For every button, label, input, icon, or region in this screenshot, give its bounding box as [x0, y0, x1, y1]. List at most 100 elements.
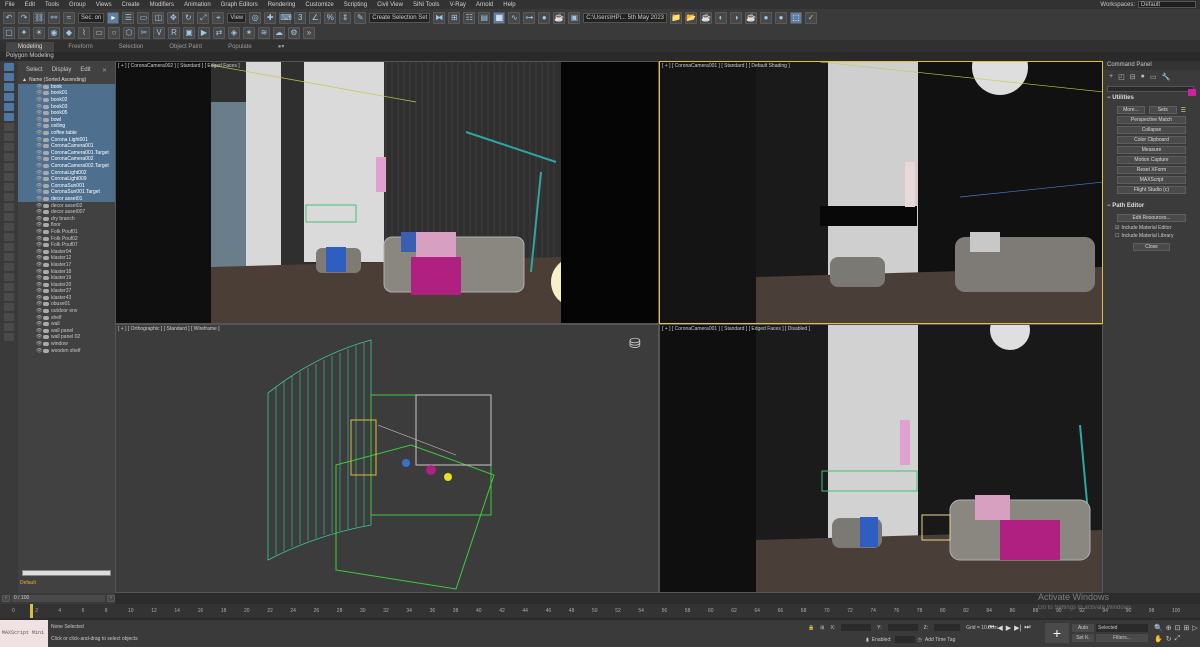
explorer-filter-icon[interactable] [4, 323, 14, 331]
menu-views[interactable]: Views [91, 2, 117, 8]
vray-expand-icon[interactable]: » [303, 27, 315, 39]
viewport-label[interactable]: [ + ] [ CoronaCamera001 ] [ Standard ] [… [662, 326, 810, 332]
reference-coordinate-dropdown[interactable]: View [227, 12, 247, 23]
scale-icon[interactable]: ⤢ [197, 11, 210, 24]
visibility-icon[interactable]: 👁 [36, 104, 42, 110]
vray-light-icon[interactable]: ✦ [18, 27, 30, 39]
visibility-icon[interactable]: 👁 [36, 295, 42, 301]
list-item[interactable]: 👁 CoronaSun001.Target [18, 189, 115, 196]
visibility-icon[interactable]: 👁 [36, 163, 42, 169]
menu-civil-view[interactable]: Civil View [372, 2, 408, 8]
snaps-toggle-icon[interactable]: 3 [294, 11, 307, 24]
color-clipboard-button[interactable]: Color Clipboard [1117, 136, 1186, 144]
zoom-all-icon[interactable]: ⊕ [1166, 624, 1172, 632]
tab-populate[interactable]: Populate [216, 42, 264, 52]
viewport-label[interactable]: [ + ] [ CoronaCamera001 ] [ Standard ] [… [662, 63, 790, 69]
ribbon-options-icon[interactable]: ●▾ [266, 42, 297, 52]
list-item[interactable]: 👁 klaster43 [18, 295, 115, 302]
workspace-dropdown[interactable]: Default [1138, 1, 1196, 8]
explorer-filter-icon[interactable] [4, 133, 14, 141]
rotate-icon[interactable]: ↻ [182, 11, 195, 24]
explorer-filter-icon[interactable] [4, 213, 14, 221]
motion-capture-button[interactable]: Motion Capture [1117, 156, 1186, 164]
maximize-viewport-icon[interactable]: ⤢ [1175, 635, 1181, 643]
timeline[interactable]: 0 2 4 6 8 10 12 14 16 18 20 22 24 26 28 30 32 34 36 38 40 42 4… [0, 604, 1200, 618]
visibility-icon[interactable]: 👁 [36, 262, 42, 268]
list-item[interactable]: 👁 wall panel [18, 328, 115, 335]
list-item[interactable]: 👁 wall panel 02 [18, 334, 115, 341]
explorer-filter-icon[interactable] [4, 283, 14, 291]
include-material-editor-row[interactable]: ☑ Include Material Editor [1103, 224, 1200, 232]
list-item[interactable]: 👁 klaster20 [18, 281, 115, 288]
sets-list-icon[interactable]: ☰ [1181, 107, 1186, 114]
motion-tab-icon[interactable]: ● [1141, 73, 1145, 81]
zoom-extents-icon[interactable]: ⊡ [1175, 624, 1181, 632]
visibility-icon[interactable]: 👁 [36, 156, 42, 162]
tab-modeling[interactable]: Modeling [6, 42, 55, 52]
list-item[interactable]: 👁 book03 [18, 103, 115, 110]
list-item[interactable]: 👁 klaster19 [18, 275, 115, 282]
visibility-icon[interactable]: 👁 [36, 97, 42, 103]
explorer-filter-icon[interactable] [4, 243, 14, 251]
explorer-filter-icon[interactable] [4, 113, 14, 121]
vray-camera-icon[interactable]: ◉ [48, 27, 60, 39]
visibility-icon[interactable]: 👁 [36, 348, 42, 354]
set-key-icon[interactable]: + [1045, 623, 1069, 643]
close-button[interactable]: Close [1133, 243, 1170, 251]
visibility-icon[interactable]: 👁 [36, 137, 42, 143]
list-item[interactable]: 👁 klaster04 [18, 248, 115, 255]
vray-mesh-icon[interactable]: ⬡ [123, 27, 135, 39]
edit-resources-button[interactable]: Edit Resources... [1117, 214, 1186, 222]
list-item[interactable]: 👁 book05 [18, 109, 115, 117]
layer-label[interactable]: Default [20, 580, 36, 586]
list-item[interactable]: 👁 klaster17 [18, 262, 115, 269]
explorer-filter-icon[interactable] [4, 143, 14, 151]
explorer-filter-icon[interactable] [4, 93, 14, 101]
visibility-icon[interactable]: 👁 [36, 275, 42, 281]
list-item[interactable]: 👁 book01 [18, 90, 115, 97]
viewport-bottom-right[interactable]: [ + ] [ CoronaCamera001 ] [ Standard ] [… [659, 324, 1103, 593]
tab-freeform[interactable]: Freeform [56, 42, 104, 52]
list-item[interactable]: 👁 obuse01 [18, 301, 115, 308]
keyboard-shortcut-icon[interactable]: ⌨ [279, 11, 292, 24]
explorer-column-header[interactable]: ▲ Name (Sorted Ascending) [18, 77, 115, 84]
render-icon[interactable]: ☕ [700, 11, 712, 24]
time-tag-icon[interactable]: ◷ [918, 637, 922, 643]
placement-icon[interactable]: ⌖ [212, 11, 225, 24]
vray-plane-icon[interactable]: ▭ [93, 27, 105, 39]
visibility-icon[interactable]: 👁 [36, 282, 42, 288]
visibility-icon[interactable]: 👁 [36, 321, 42, 327]
prev-icon[interactable]: ‹ [2, 595, 10, 602]
explorer-filter-icon[interactable] [4, 103, 14, 111]
checkbox-icon[interactable]: ☐ [1115, 233, 1119, 239]
redo-icon[interactable]: ↷ [18, 11, 30, 24]
add-time-tag-button[interactable]: Add Time Tag [925, 637, 955, 643]
frame-counter[interactable]: 0 / 100 [12, 595, 105, 602]
render-output-path[interactable]: C:\Users\HPi... 5th May 2023 [583, 12, 667, 23]
list-item[interactable]: 👁 klaster37 [18, 288, 115, 295]
visibility-icon[interactable]: 👁 [36, 236, 42, 242]
explorer-filter-icon[interactable] [4, 203, 14, 211]
visibility-icon[interactable]: 👁 [36, 110, 42, 116]
visibility-icon[interactable]: 👁 [36, 249, 42, 255]
viewport-top-left[interactable]: [ + ] [ CoronaCamera002 ] [ Standard ] [… [115, 61, 659, 324]
explorer-tab-edit[interactable]: Edit [80, 67, 90, 73]
percent-snap-icon[interactable]: % [324, 11, 337, 24]
lock-icon[interactable]: 🔒 [808, 625, 814, 631]
render-setup-icon[interactable]: ☕ [553, 11, 566, 24]
vray-fog-icon[interactable]: ≋ [258, 27, 270, 39]
rendered-frame-window-icon[interactable]: ▣ [568, 11, 581, 24]
list-item[interactable]: 👁 CoronaLight009 [18, 175, 115, 183]
perspective-match-button[interactable]: Perspective Match [1117, 116, 1186, 124]
list-item[interactable]: 👁 wall [18, 321, 115, 328]
visibility-icon[interactable]: 👁 [36, 229, 42, 235]
next-icon[interactable]: › [107, 595, 115, 602]
auto-key-button[interactable]: Auto [1072, 624, 1094, 632]
visibility-icon[interactable]: 👁 [36, 176, 42, 182]
visibility-icon[interactable]: 👁 [36, 315, 42, 321]
menu-group[interactable]: Group [64, 2, 91, 8]
vray-render-icon[interactable]: R [168, 27, 180, 39]
shade-icon[interactable]: ● [775, 11, 787, 24]
visibility-icon[interactable]: 👁 [36, 203, 42, 209]
toggle-ribbon-icon[interactable]: ▦ [493, 11, 506, 24]
